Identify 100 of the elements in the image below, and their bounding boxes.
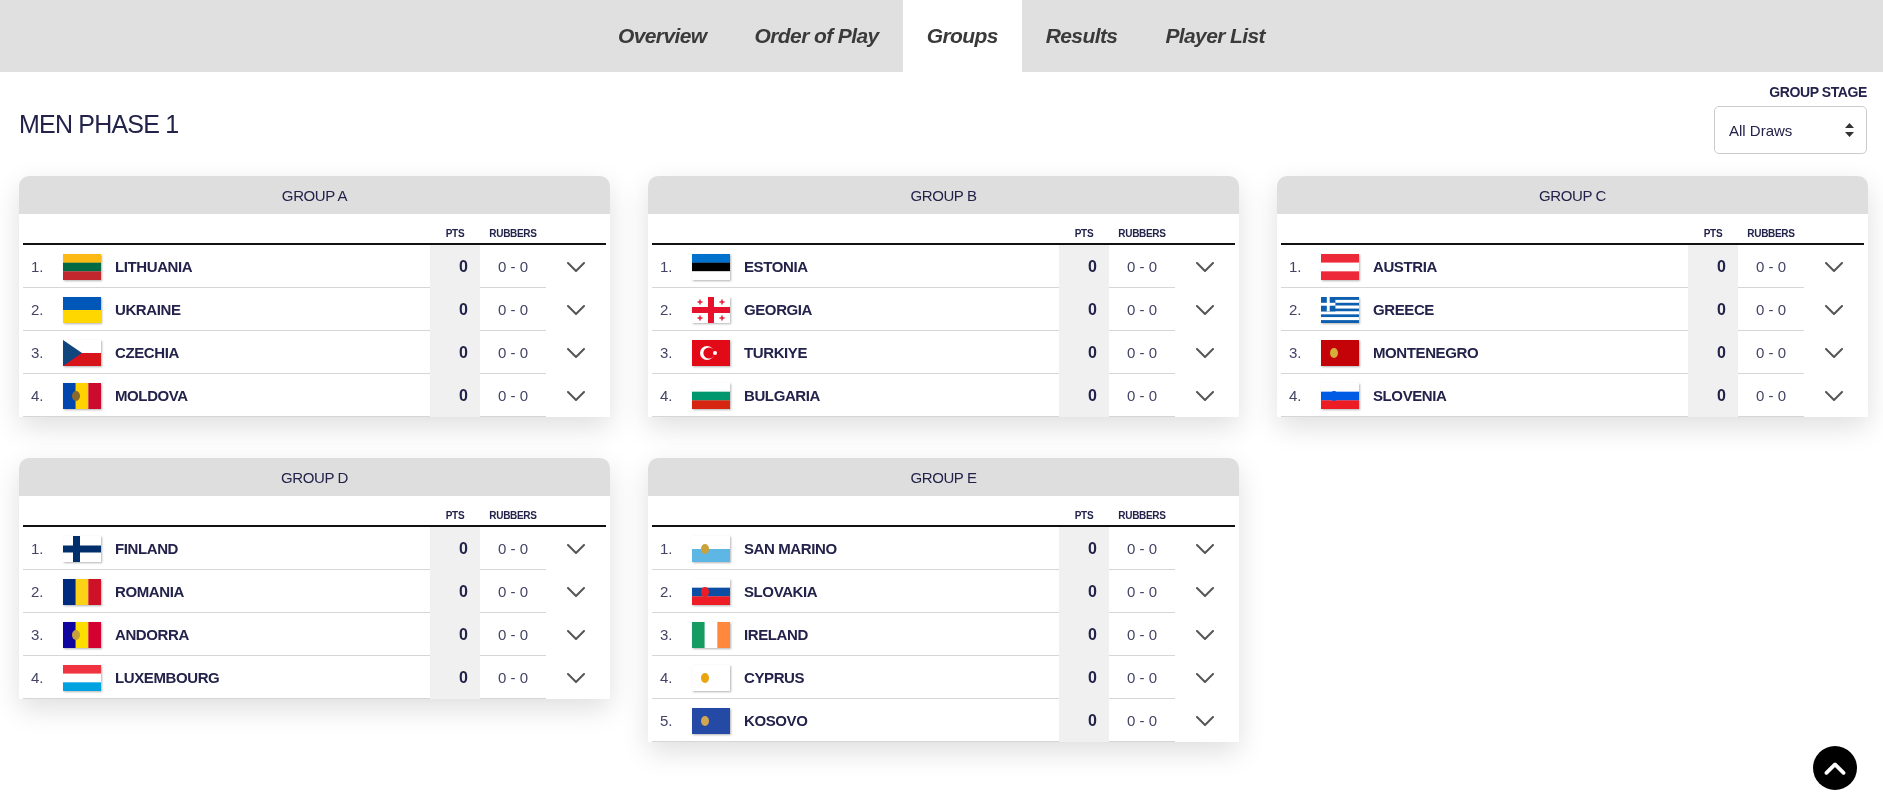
points-cell: 0	[1688, 331, 1738, 374]
chevron-down-icon	[1825, 390, 1843, 401]
flag-icon	[692, 296, 730, 323]
rubbers-cell-text: 0 - 0	[1126, 386, 1158, 406]
team-name: AUSTRIA	[1373, 258, 1438, 275]
chevron-down-icon	[1825, 347, 1843, 358]
flag-icon	[692, 664, 730, 691]
rubbers-cell-text: 0 - 0	[1755, 386, 1787, 406]
flag-icon	[692, 253, 730, 280]
rubbers-cell-text: 0 - 0	[497, 343, 529, 363]
scroll-top-button[interactable]	[1813, 746, 1857, 790]
team-name: ANDORRA	[115, 626, 190, 643]
points-cell: 0	[1688, 245, 1738, 288]
rank-number: 1.	[659, 540, 674, 557]
column-header: PTS	[445, 510, 465, 521]
chevron-down-icon	[1196, 629, 1214, 640]
points-cell: 0	[1688, 288, 1738, 331]
team-name: TURKIYE	[744, 344, 809, 361]
nav-tab[interactable]: Overview	[593, 0, 731, 72]
flag-icon	[63, 253, 101, 280]
rank-number: 4.	[659, 669, 674, 686]
team-name: MOLDOVA	[115, 387, 189, 404]
points-cell: 0	[1059, 288, 1109, 331]
flag-icon	[692, 382, 730, 409]
flag-icon	[63, 621, 101, 648]
points-cell: 0	[1059, 656, 1109, 699]
rubbers-cell-text: 0 - 0	[497, 625, 529, 645]
rubbers-cell-text: 0 - 0	[497, 668, 529, 688]
rank-number: 2.	[659, 583, 674, 600]
chevron-down-icon	[567, 672, 585, 683]
column-header: RUBBERS	[1747, 228, 1795, 239]
sort-arrows-icon	[1845, 123, 1854, 137]
column-header: PTS	[445, 228, 465, 239]
team-name: ROMANIA	[115, 583, 185, 600]
flag-icon	[63, 296, 101, 323]
chevron-down-icon	[1825, 304, 1843, 315]
chevron-up-icon	[1824, 761, 1846, 775]
nav-tab[interactable]: Order of Play	[730, 0, 903, 72]
rank-number: 3.	[659, 626, 674, 643]
flag-icon	[692, 707, 730, 734]
rubbers-cell-text: 0 - 0	[1126, 300, 1158, 320]
flag-icon	[63, 664, 101, 691]
team-name: ESTONIA	[744, 258, 809, 275]
rank-number: 3.	[659, 344, 674, 361]
rank-number: 1.	[659, 258, 674, 275]
team-name: GEORGIA	[744, 301, 814, 318]
filter-label: GROUP STAGE	[1769, 84, 1867, 100]
rubbers-cell-text: 0 - 0	[1126, 539, 1158, 559]
flag-icon	[692, 339, 730, 366]
chevron-down-icon	[1825, 261, 1843, 272]
flag-icon	[1321, 339, 1359, 366]
points-cell: 0	[1059, 374, 1109, 417]
nav-tab[interactable]: Groups	[902, 0, 1022, 72]
flag-icon	[692, 535, 730, 562]
rank-number: 2.	[30, 583, 45, 600]
team-name: LUXEMBOURG	[115, 669, 221, 686]
chevron-down-icon	[1196, 347, 1214, 358]
team-name: CZECHIA	[115, 344, 180, 361]
rubbers-cell-text: 0 - 0	[1755, 343, 1787, 363]
flag-icon	[63, 535, 101, 562]
points-cell: 0	[1688, 374, 1738, 417]
chevron-down-icon	[567, 347, 585, 358]
draw-select[interactable]: All Draws	[1714, 106, 1867, 154]
points-cell: 0	[430, 331, 480, 374]
points-cell: 0	[1059, 613, 1109, 656]
group-title: GROUP E	[648, 458, 1239, 496]
team-name: KOSOVO	[744, 712, 809, 729]
chevron-down-icon	[1196, 715, 1214, 726]
column-header: PTS	[1074, 510, 1094, 521]
points-cell: 0	[430, 570, 480, 613]
group-title: GROUP C	[1277, 176, 1868, 214]
team-name: SLOVENIA	[1373, 387, 1448, 404]
rubbers-cell-text: 0 - 0	[497, 539, 529, 559]
team-name: CYPRUS	[744, 669, 806, 686]
team-name: FINLAND	[115, 540, 180, 557]
nav-tab[interactable]: Player List	[1141, 0, 1289, 72]
column-header: PTS	[1074, 228, 1094, 239]
rubbers-cell-text: 0 - 0	[497, 582, 529, 602]
rank-number: 1.	[1288, 258, 1303, 275]
group-title: GROUP A	[19, 176, 610, 214]
team-name: SLOVAKIA	[744, 583, 819, 600]
team-name: LITHUANIA	[115, 258, 194, 275]
rank-number: 2.	[659, 301, 674, 318]
chevron-down-icon	[567, 629, 585, 640]
chevron-down-icon	[1196, 390, 1214, 401]
flag-icon	[63, 339, 101, 366]
rank-number: 5.	[659, 712, 674, 729]
column-header: PTS	[1703, 228, 1723, 239]
rank-number: 4.	[1288, 387, 1303, 404]
chevron-down-icon	[567, 304, 585, 315]
chevron-down-icon	[567, 543, 585, 554]
rubbers-cell-text: 0 - 0	[1126, 711, 1158, 731]
points-cell: 0	[1059, 570, 1109, 613]
points-cell: 0	[430, 613, 480, 656]
group-title: GROUP D	[19, 458, 610, 496]
rubbers-cell-text: 0 - 0	[497, 300, 529, 320]
points-cell: 0	[1059, 699, 1109, 742]
flag-icon	[1321, 253, 1359, 280]
flag-icon	[1321, 296, 1359, 323]
nav-tab[interactable]: Results	[1021, 0, 1142, 72]
